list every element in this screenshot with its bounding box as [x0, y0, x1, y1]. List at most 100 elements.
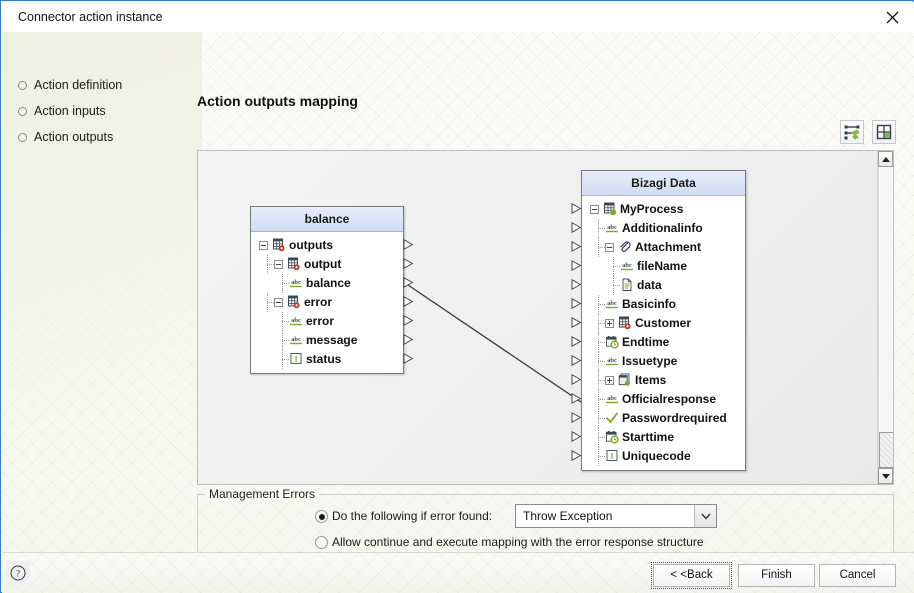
scroll-down-arrow-icon[interactable]: [878, 468, 893, 484]
mapping-port-passwordrequired[interactable]: [571, 411, 582, 426]
mapping-port-starttime[interactable]: [571, 430, 582, 445]
sidebar-item-label: Action outputs: [34, 130, 114, 144]
chevron-down-icon[interactable]: [694, 505, 716, 527]
tree-node-data[interactable]: data: [582, 276, 745, 295]
tree-node-error[interactable]: abc error: [251, 312, 403, 331]
help-question-icon[interactable]: ?: [6, 561, 30, 585]
sidebar-item-action-definition[interactable]: Action definition: [16, 72, 188, 98]
tree-node-items[interactable]: Items: [582, 371, 745, 390]
title-bar: Connector action instance: [2, 2, 914, 32]
tree-node-outputs[interactable]: outputs: [251, 236, 403, 255]
abc-text-icon: abc: [289, 276, 303, 290]
mapping-port-filename[interactable]: [571, 259, 582, 274]
mapping-port-error[interactable]: [403, 314, 414, 329]
arrange-layout-button[interactable]: [872, 120, 897, 144]
tree-node-message[interactable]: abc message: [251, 331, 403, 350]
mapping-port-basicinfo[interactable]: [571, 297, 582, 312]
abc-text-icon: abc: [605, 392, 619, 406]
tree-node-error[interactable]: error: [251, 293, 403, 312]
radio-throw-exception[interactable]: [315, 510, 328, 523]
tree-node-output[interactable]: output: [251, 255, 403, 274]
collection-items-icon: [618, 373, 632, 387]
abc-text-icon: abc: [605, 297, 619, 311]
tree-node-starttime[interactable]: Starttime: [582, 428, 745, 447]
dialog-footer: ? < <Back Finish Cancel: [2, 552, 914, 593]
collapse-node-icon[interactable]: [274, 298, 283, 307]
tree-guide-line: [598, 247, 605, 248]
canvas-vertical-scrollbar[interactable]: [877, 151, 893, 484]
mapping-port-endtime[interactable]: [571, 335, 582, 350]
auto-map-button[interactable]: [840, 120, 864, 144]
dialog-body: Action definition Action inputs Action o…: [2, 32, 914, 556]
mapping-port-error[interactable]: [403, 295, 414, 310]
tree-node-filename[interactable]: abc fileName: [582, 257, 745, 276]
source-tree-nodes: outputs output abc balance error abc error abc m…: [251, 232, 403, 373]
back-button[interactable]: < <Back: [651, 562, 732, 589]
cancel-button[interactable]: Cancel: [819, 564, 896, 587]
tree-node-basicinfo[interactable]: abc Basicinfo: [582, 295, 745, 314]
tree-guide-line: [598, 323, 605, 324]
tree-guide-line: [613, 285, 620, 286]
collapse-node-icon[interactable]: [590, 205, 599, 214]
collapse-node-icon[interactable]: [605, 243, 614, 252]
mapping-port-issuetype[interactable]: [571, 354, 582, 369]
radio-allow-continue-label: Allow continue and execute mapping with …: [332, 535, 704, 549]
mapping-canvas[interactable]: balance outputs output abc balance error abc e…: [197, 150, 894, 485]
mapping-port-message[interactable]: [403, 333, 414, 348]
table-collection-icon: [287, 257, 301, 271]
svg-text:abc: abc: [607, 395, 617, 402]
tree-node-label: Attachment: [635, 240, 702, 254]
tree-node-passwordrequired[interactable]: Passwordrequired: [582, 409, 745, 428]
tree-node-officialresponse[interactable]: abc Officialresponse: [582, 390, 745, 409]
tree-guide-line: [598, 437, 605, 438]
tree-node-label: Starttime: [622, 430, 675, 444]
tree-node-label: Endtime: [622, 335, 670, 349]
tree-node-status[interactable]: 1 status: [251, 350, 403, 369]
expand-node-icon[interactable]: [605, 376, 614, 385]
collapse-node-icon[interactable]: [274, 260, 283, 269]
target-tree-panel[interactable]: Bizagi Data MyProcess abc Additionalinfo At…: [581, 170, 746, 471]
tree-node-label: Uniquecode: [622, 449, 691, 463]
tree-node-uniquecode[interactable]: 1 Uniquecode: [582, 447, 745, 466]
mapping-port-items[interactable]: [571, 373, 582, 388]
check-boolean-icon: [605, 411, 619, 425]
radio-allow-continue[interactable]: [315, 536, 328, 549]
tree-node-label: Customer: [635, 316, 692, 330]
tree-node-myprocess[interactable]: MyProcess: [582, 200, 745, 219]
sidebar-item-action-inputs[interactable]: Action inputs: [16, 98, 188, 124]
close-icon[interactable]: [870, 2, 914, 32]
tree-node-additionalinfo[interactable]: abc Additionalinfo: [582, 219, 745, 238]
scrollbar-track[interactable]: [878, 167, 893, 468]
collapse-node-icon[interactable]: [259, 241, 268, 250]
mapping-port-additionalinfo[interactable]: [571, 221, 582, 236]
mapping-port-myprocess[interactable]: [571, 202, 582, 217]
mapping-port-outputs[interactable]: [403, 238, 414, 253]
svg-text:abc: abc: [291, 279, 301, 286]
tree-node-balance[interactable]: abc balance: [251, 274, 403, 293]
tree-node-label: balance: [306, 276, 351, 290]
error-action-dropdown[interactable]: Throw Exception: [515, 504, 717, 528]
mapping-port-status[interactable]: [403, 352, 414, 367]
mapping-port-data[interactable]: [571, 278, 582, 293]
source-tree-panel[interactable]: balance outputs output abc balance error abc e…: [250, 206, 404, 374]
tree-node-customer[interactable]: Customer: [582, 314, 745, 333]
mapping-port-uniquecode[interactable]: [571, 449, 582, 464]
abc-text-icon: abc: [605, 354, 619, 368]
tree-guide-line: [282, 321, 289, 322]
mapping-port-output[interactable]: [403, 257, 414, 272]
sidebar-item-action-outputs[interactable]: Action outputs: [16, 124, 188, 150]
mapping-link-balance-to-officialresponse[interactable]: [394, 284, 590, 403]
mapping-port-customer[interactable]: [571, 316, 582, 331]
scrollbar-thumb[interactable]: [879, 432, 893, 468]
finish-button[interactable]: Finish: [738, 564, 815, 587]
tree-node-attachment[interactable]: Attachment: [582, 238, 745, 257]
tree-node-endtime[interactable]: Endtime: [582, 333, 745, 352]
mapping-port-officialresponse[interactable]: [571, 392, 582, 407]
expand-node-icon[interactable]: [605, 319, 614, 328]
mapping-port-attachment[interactable]: [571, 240, 582, 255]
tree-node-issuetype[interactable]: abc Issuetype: [582, 352, 745, 371]
diamond-bullet-icon: [16, 131, 29, 144]
tree-node-label: Passwordrequired: [622, 411, 727, 425]
scroll-up-arrow-icon[interactable]: [878, 151, 893, 167]
mapping-port-balance[interactable]: [403, 276, 414, 291]
